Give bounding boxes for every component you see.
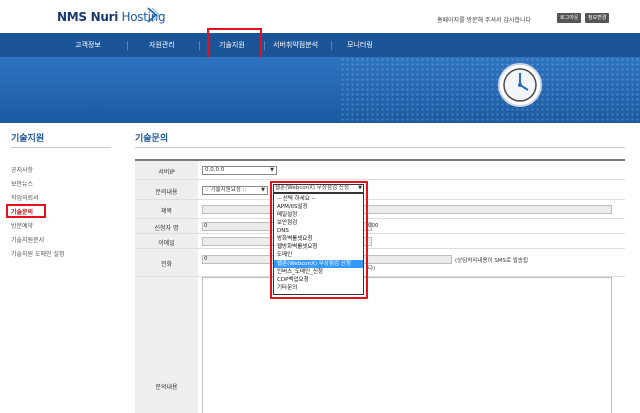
main-nav: 고객정보 자원관리 기술지원 서버취약점분석 모니터링 bbox=[0, 33, 640, 57]
world-map-dots bbox=[340, 57, 640, 123]
sidebar-divider bbox=[11, 147, 111, 148]
inquiry-type-options: -- 선택 하세요 -- APM/IIS설정 메일설정 보안점검 DNS 방화벽… bbox=[273, 193, 364, 295]
body-label-cell: 문의내용 bbox=[135, 277, 198, 413]
logout-button[interactable]: 로그아웃 bbox=[557, 13, 582, 23]
form-label: 이메일 bbox=[135, 234, 198, 248]
option-apm-iis[interactable]: APM/IIS설정 bbox=[274, 203, 363, 211]
nav-divider bbox=[331, 41, 332, 50]
form-row-category: 문의내용 :: 기술지원요청 :: ▼ bbox=[135, 180, 625, 200]
clock-icon bbox=[498, 63, 542, 107]
form-row-phone: 전화 0 다) (상담처리내용이 SMS로 발송됩 bbox=[135, 249, 625, 277]
option-dns[interactable]: DNS bbox=[274, 227, 363, 235]
form-row-applicant: 신청자 명 0 000 bbox=[135, 219, 625, 234]
category-select[interactable]: :: 기술지원요청 :: ▼ bbox=[202, 186, 268, 195]
inquiry-body-textarea[interactable] bbox=[202, 277, 612, 413]
nav-divider bbox=[127, 41, 128, 50]
title-divider bbox=[135, 147, 625, 148]
sms-note: (상담처리내용이 SMS로 발송됩 bbox=[455, 258, 529, 264]
nav-server-vulnerability[interactable]: 서버취약점분석 bbox=[273, 33, 318, 57]
subject-input[interactable] bbox=[202, 205, 612, 214]
nav-customer-info[interactable]: 고객정보 bbox=[75, 33, 101, 57]
form-label: 제목 bbox=[135, 200, 198, 218]
inquiry-form: 서버IP 0.0.0.0 ▼ 문의내용 :: 기술지원요청 :: ▼ 제목 신청자 … bbox=[135, 159, 625, 413]
top-bar: NMS Nuri Hosting 홈페이지를 방문해 주셔서 감사합니다 로그아… bbox=[0, 0, 640, 33]
option-webconx-check[interactable]: 웹훈(WebconX) 무상점검 신청 bbox=[274, 260, 363, 268]
page-title: 기술문의 bbox=[135, 134, 169, 144]
option-mail-settings[interactable]: 메일설정 bbox=[274, 211, 363, 219]
nav-resource-management[interactable]: 자원관리 bbox=[149, 33, 175, 57]
form-label: 전화 bbox=[135, 249, 198, 276]
nav-monitoring[interactable]: 모니터링 bbox=[347, 33, 373, 57]
inquiry-type-select[interactable]: 웹훈(WebconX) 무상점검 신청 ▼ bbox=[273, 184, 364, 193]
sidebar-item-security-news[interactable]: 보안뉴스 bbox=[11, 179, 33, 188]
nav-highlight-box bbox=[207, 28, 262, 60]
nav-divider bbox=[199, 41, 200, 50]
option-inverse-domain[interactable]: 인버스_도메인_신청 bbox=[274, 268, 363, 276]
sidebar-highlight-box bbox=[6, 204, 46, 218]
option-none[interactable]: -- 선택 하세요 -- bbox=[274, 195, 363, 203]
option-domain[interactable]: 도메인 bbox=[274, 251, 363, 259]
option-waf-ruleset[interactable]: 웹방화벽룰셋요청 bbox=[274, 243, 363, 251]
sidebar-title: 기술지원 bbox=[11, 134, 45, 144]
sidebar-item-visit-booking[interactable]: 방문예약 bbox=[11, 221, 33, 230]
option-cdp-backup[interactable]: CDP백업요청 bbox=[274, 276, 363, 284]
option-firewall-ruleset[interactable]: 방화벽룰셋요청 bbox=[274, 235, 363, 243]
sidebar-item-domain-settings[interactable]: 기술지원 도메인 설정 bbox=[11, 249, 65, 258]
option-security-check[interactable]: 보안점검 bbox=[274, 219, 363, 227]
form-row-server-ip: 서버IP 0.0.0.0 ▼ bbox=[135, 161, 625, 180]
logo-bold-text: NMS Nuri bbox=[57, 10, 119, 24]
banner-notch bbox=[80, 110, 108, 123]
sidebar-item-tech-docs[interactable]: 기술지원문서 bbox=[11, 235, 44, 244]
edit-info-button[interactable]: 정보변경 bbox=[585, 13, 610, 23]
logo-arrow-icon bbox=[147, 7, 160, 23]
sidebar-item-notice[interactable]: 공지사항 bbox=[11, 165, 33, 174]
applicant-extra-text: 000 bbox=[368, 223, 379, 229]
sidebar-item-work-request[interactable]: 작업의뢰서 bbox=[11, 193, 39, 202]
greeting-text: 홈페이지를 방문해 주셔서 감사합니다 bbox=[437, 17, 532, 24]
form-label: 신청자 명 bbox=[135, 219, 198, 233]
phone-extra-text: 다) bbox=[368, 266, 376, 272]
option-other-inquiry[interactable]: 기타문의 bbox=[274, 284, 363, 292]
server-ip-select[interactable]: 0.0.0.0 ▼ bbox=[202, 166, 277, 175]
form-label: 서버IP bbox=[135, 161, 198, 179]
form-row-email: 이메일 bbox=[135, 234, 625, 249]
form-row-subject: 제목 bbox=[135, 200, 625, 219]
form-label: 문의내용 bbox=[135, 180, 198, 199]
nav-divider bbox=[264, 41, 265, 50]
